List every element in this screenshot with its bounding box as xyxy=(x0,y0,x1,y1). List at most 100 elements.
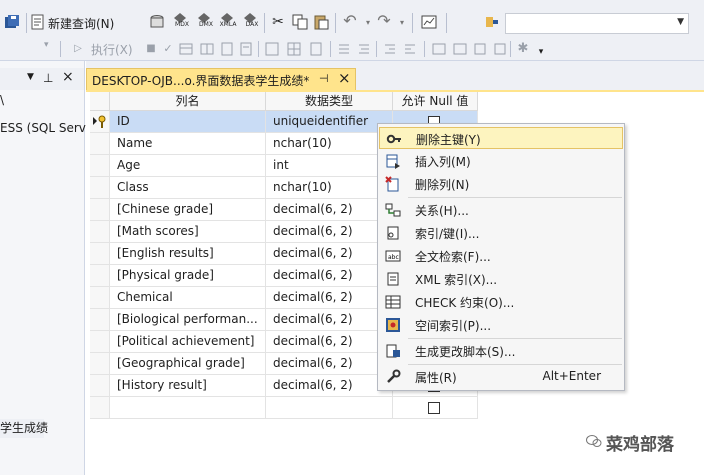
toolbar-overflow-icon[interactable]: ▾ xyxy=(533,44,549,60)
cell-column-name[interactable]: [Chinese grade] xyxy=(110,199,266,221)
decrease-indent-icon[interactable] xyxy=(382,41,398,57)
cell-column-name[interactable]: ID xyxy=(110,111,266,133)
new-query-button[interactable]: 新建查询(N) xyxy=(48,15,114,32)
cell-column-name[interactable]: Age xyxy=(110,155,266,177)
mdx-query-icon[interactable]: MDX xyxy=(172,12,189,28)
specify-values-icon[interactable] xyxy=(431,41,447,57)
search-combo[interactable]: ▼ xyxy=(505,13,689,34)
row-selector[interactable] xyxy=(90,265,110,287)
allow-null-checkbox[interactable] xyxy=(428,402,440,414)
row-selector[interactable] xyxy=(90,111,110,133)
uncomment-icon[interactable] xyxy=(356,41,372,57)
query-options-icon[interactable] xyxy=(219,41,235,57)
gear-icon[interactable]: ✱ xyxy=(515,41,531,57)
menu-item-delete-column[interactable]: 删除列(N) xyxy=(379,173,623,195)
execute-button[interactable]: 执行(X) xyxy=(91,41,133,58)
close-icon[interactable]: × xyxy=(62,69,74,85)
row-selector[interactable] xyxy=(90,199,110,221)
row-selector[interactable] xyxy=(90,353,110,375)
cell-column-name[interactable]: [Physical grade] xyxy=(110,265,266,287)
menu-item-insert-column[interactable]: 插入列(M) xyxy=(379,150,623,172)
cell-data-type[interactable]: nchar(10) xyxy=(266,133,393,155)
row-selector[interactable] xyxy=(90,375,110,397)
xmla-query-icon[interactable]: XMLA xyxy=(219,12,236,28)
cell-column-name[interactable]: Chemical xyxy=(110,287,266,309)
cell-data-type[interactable]: decimal(6, 2) xyxy=(266,375,393,397)
find-icon[interactable] xyxy=(484,14,500,30)
close-icon[interactable]: × xyxy=(338,69,351,87)
menu-item-remove-primary-key[interactable]: 删除主键(Y) xyxy=(379,127,623,149)
menu-item-generate-change-script[interactable]: 生成更改脚本(S)... xyxy=(379,340,623,362)
database-dropdown-icon[interactable]: ▾ xyxy=(44,40,49,50)
results-to-grid-icon[interactable] xyxy=(286,41,302,57)
cell-data-type[interactable]: int xyxy=(266,155,393,177)
menu-item-indexes-keys[interactable]: 索引/键(I)... xyxy=(379,222,623,244)
dax-query-icon[interactable]: DAX xyxy=(242,12,258,28)
activity-monitor-icon[interactable] xyxy=(421,14,437,30)
check-mark-icon[interactable]: ✓ xyxy=(160,41,176,57)
cell-data-type[interactable]: decimal(6, 2) xyxy=(266,331,393,353)
cell-column-name[interactable]: [History result] xyxy=(110,375,266,397)
cell-column-name[interactable]: Class xyxy=(110,177,266,199)
menu-item-properties[interactable]: 属性(R) Alt+Enter xyxy=(379,366,623,388)
pin-icon[interactable]: ⊣ xyxy=(319,72,329,85)
include-stats-icon[interactable] xyxy=(472,41,488,57)
client-stats-icon[interactable] xyxy=(492,41,508,57)
results-to-file-icon[interactable] xyxy=(308,41,324,57)
copy-icon[interactable] xyxy=(292,14,308,30)
database-engine-query-icon[interactable] xyxy=(149,14,165,30)
cell-column-name[interactable]: [Geographical grade] xyxy=(110,353,266,375)
cell-data-type[interactable]: decimal(6, 2) xyxy=(266,199,393,221)
chevron-down-icon[interactable]: ▼ xyxy=(27,72,34,82)
cell-data-type[interactable]: uniqueidentifier xyxy=(266,111,393,133)
comment-icon[interactable] xyxy=(336,41,352,57)
table-node-selected[interactable]: 学生成绩 xyxy=(0,419,48,438)
cell-data-type[interactable]: decimal(6, 2) xyxy=(266,309,393,331)
save-all-icon[interactable] xyxy=(4,14,20,30)
undo-dropdown-icon[interactable]: ▾ xyxy=(360,15,376,31)
parse-icon[interactable] xyxy=(178,41,194,57)
paste-icon[interactable] xyxy=(313,14,329,30)
cell-data-type[interactable]: decimal(6, 2) xyxy=(266,287,393,309)
execute-icon[interactable]: ▷ xyxy=(70,41,86,57)
row-selector[interactable] xyxy=(90,287,110,309)
dmx-query-icon[interactable]: DMX xyxy=(196,12,213,28)
increase-indent-icon[interactable] xyxy=(402,41,418,57)
cut-icon[interactable]: ✂ xyxy=(270,14,286,30)
display-plan-icon[interactable] xyxy=(199,41,215,57)
new-query-icon[interactable] xyxy=(30,14,46,30)
tab-table-designer[interactable]: DESKTOP-OJB...o.界面数据表学生成绩* ⊣ × xyxy=(86,68,356,91)
results-to-text-icon[interactable] xyxy=(264,41,280,57)
redo-icon[interactable]: ↷ xyxy=(376,13,392,29)
redo-dropdown-icon[interactable]: ▾ xyxy=(394,15,410,31)
cell-column-name[interactable]: [Math scores] xyxy=(110,221,266,243)
menu-item-fulltext-index[interactable]: abc 全文检索(F)... xyxy=(379,245,623,267)
pin-icon[interactable]: ⊥ xyxy=(43,71,53,85)
cell-data-type[interactable]: decimal(6, 2) xyxy=(266,353,393,375)
cell-data-type[interactable]: nchar(10) xyxy=(266,177,393,199)
cell-data-type[interactable]: decimal(6, 2) xyxy=(266,265,393,287)
row-selector[interactable] xyxy=(90,221,110,243)
cell-column-name[interactable]: [English results] xyxy=(110,243,266,265)
undo-icon[interactable]: ↶ xyxy=(342,13,358,29)
menu-item-check-constraints[interactable]: CHECK 约束(O)... xyxy=(379,291,623,313)
menu-item-spatial-indexes[interactable]: 空间索引(P)... xyxy=(379,314,623,336)
row-selector[interactable] xyxy=(90,331,110,353)
cell-data-type[interactable] xyxy=(266,397,393,419)
cell-data-type[interactable]: decimal(6, 2) xyxy=(266,243,393,265)
cell-column-name[interactable]: [Political achievement] xyxy=(110,331,266,353)
intellisense-icon[interactable] xyxy=(238,41,254,57)
cell-column-name[interactable]: [Biological performan... xyxy=(110,309,266,331)
row-selector[interactable] xyxy=(90,243,110,265)
cell-column-name[interactable] xyxy=(110,397,266,419)
menu-item-relationships[interactable]: 关系(H)... xyxy=(379,199,623,221)
menu-item-xml-index[interactable]: XML 索引(X)... xyxy=(379,268,623,290)
cell-column-name[interactable]: Name xyxy=(110,133,266,155)
cell-data-type[interactable]: decimal(6, 2) xyxy=(266,221,393,243)
stop-icon[interactable]: ■ xyxy=(143,41,159,57)
row-selector[interactable] xyxy=(90,155,110,177)
chevron-down-icon[interactable]: ▼ xyxy=(677,17,684,27)
row-selector[interactable] xyxy=(90,309,110,331)
results-pane-icon[interactable] xyxy=(452,41,468,57)
row-selector[interactable] xyxy=(90,133,110,155)
